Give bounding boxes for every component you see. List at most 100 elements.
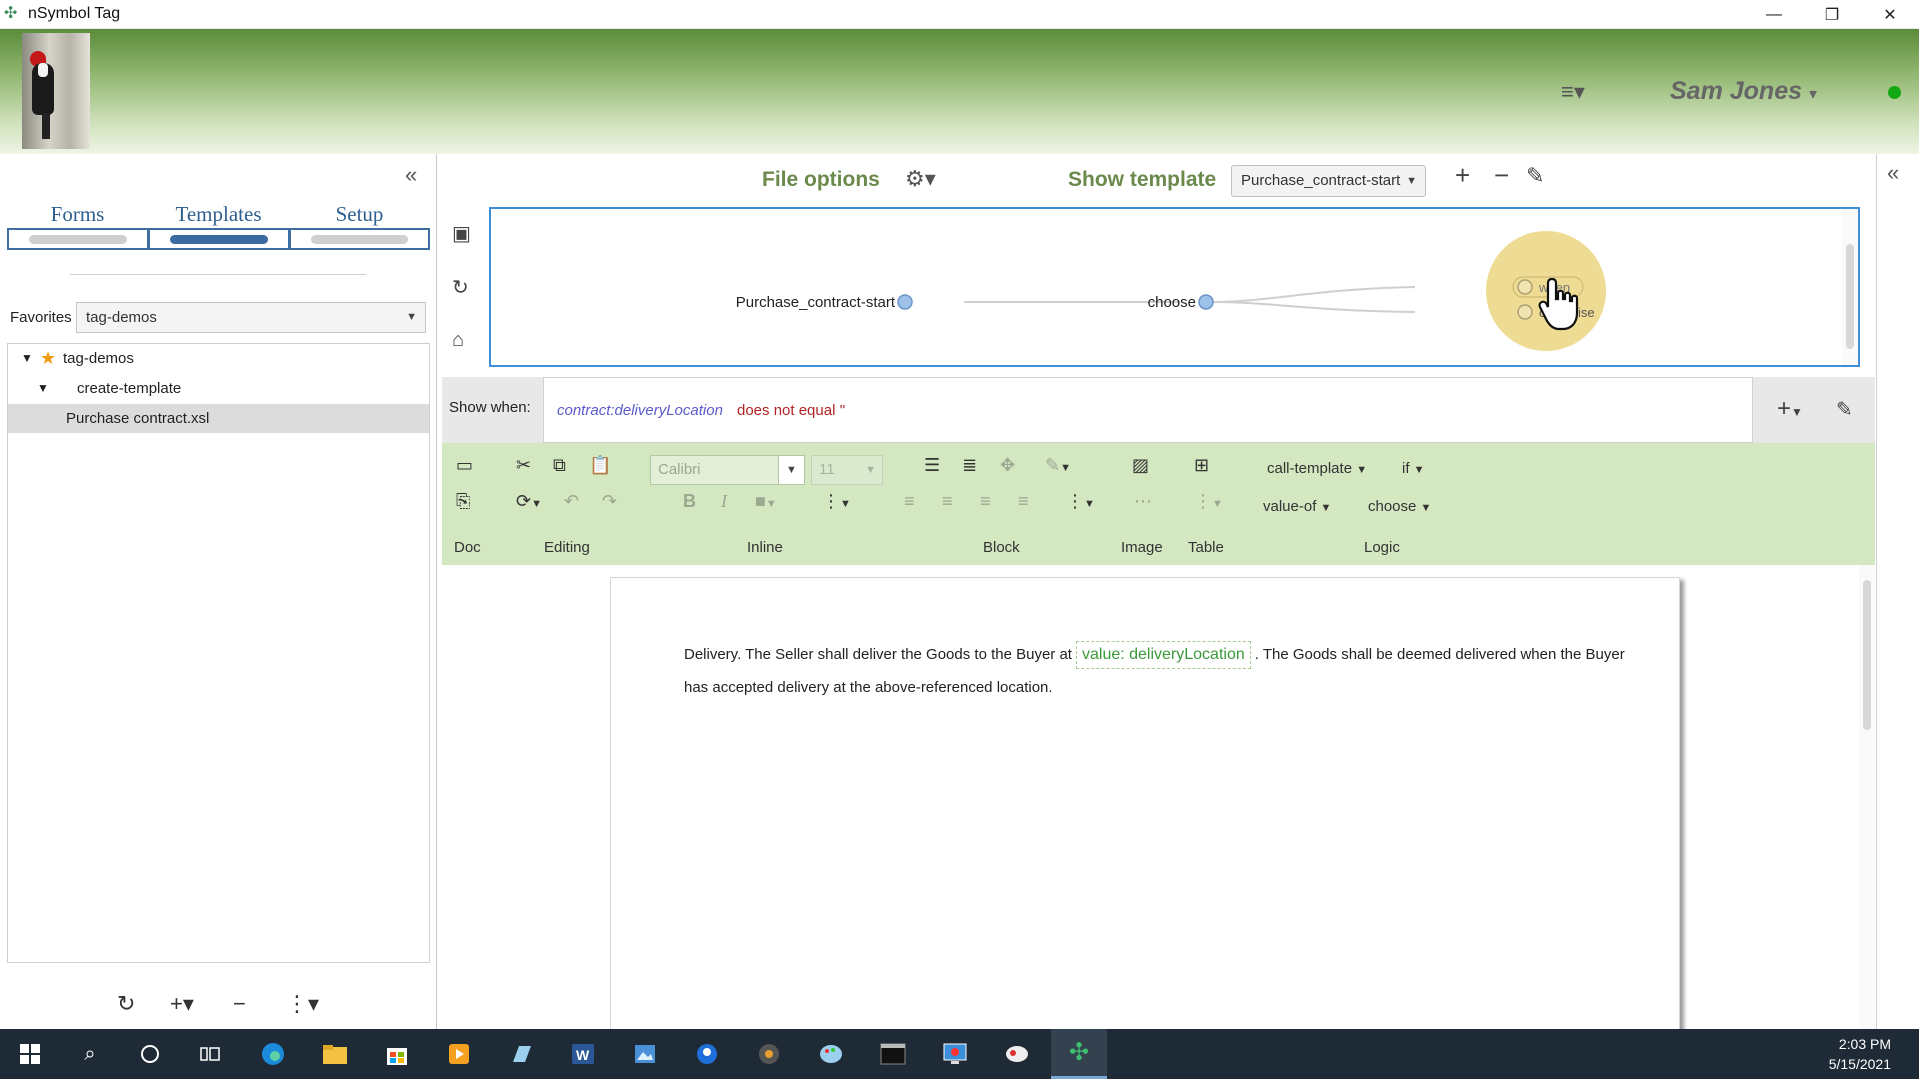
word-icon[interactable]: W: [555, 1029, 611, 1079]
copy-icon[interactable]: ⧉: [553, 455, 566, 476]
tree-item-tag-demos[interactable]: ▼ ★ tag-demos: [8, 344, 429, 373]
replace-icon[interactable]: ⟳▼: [516, 491, 542, 512]
graph-node-label: Purchase_contract-start: [736, 294, 896, 311]
tab-templates[interactable]: Templates: [148, 198, 289, 250]
tree-item-label: create-template: [77, 380, 182, 397]
media-player-icon[interactable]: [431, 1029, 487, 1079]
add-template-button[interactable]: +: [1455, 160, 1470, 191]
tree-item-create-template[interactable]: ▼ create-template: [8, 374, 429, 403]
bullet-list-icon[interactable]: ☰: [924, 455, 940, 476]
edit-pencil-icon[interactable]: ✎: [1836, 397, 1853, 422]
expand-arrow-icon[interactable]: ▼: [37, 374, 49, 403]
task-view-icon[interactable]: [182, 1029, 238, 1079]
graph-side-tools: ▣ ↻ ⌂: [442, 207, 487, 367]
start-button[interactable]: [2, 1029, 58, 1079]
value-of-chip[interactable]: value: deliveryLocation: [1075, 641, 1251, 669]
collapse-left-icon[interactable]: «: [405, 162, 417, 188]
add-condition-button[interactable]: +▼: [1777, 395, 1803, 423]
justify-icon[interactable]: ≡: [1018, 491, 1029, 512]
graph-scrollbar[interactable]: [1842, 209, 1858, 365]
highlight-icon[interactable]: ✎▼: [1045, 455, 1071, 476]
image-icon[interactable]: ▨: [1132, 455, 1149, 476]
add-menu-icon[interactable]: +▾: [170, 991, 194, 1017]
favorites-select[interactable]: tag-demos ▼: [76, 302, 426, 333]
snip-icon[interactable]: [989, 1029, 1045, 1079]
more-inline-icon[interactable]: ⋮▼: [822, 491, 851, 512]
align-right-icon[interactable]: ≡: [980, 491, 991, 512]
document-icon[interactable]: ▭: [456, 455, 473, 476]
tab-label: Templates: [175, 202, 262, 226]
cut-icon[interactable]: ✂: [516, 455, 531, 476]
if-button[interactable]: if ▼: [1402, 460, 1425, 477]
terminal-icon[interactable]: [865, 1029, 921, 1079]
undo-icon[interactable]: ↶: [564, 491, 579, 512]
remove-template-button[interactable]: −: [1494, 160, 1509, 191]
document-editor[interactable]: Delivery. The Seller shall deliver the G…: [442, 565, 1875, 1037]
more-block-icon[interactable]: ⋮▼: [1066, 491, 1095, 512]
tree-item-purchase-contract[interactable]: Purchase contract.xsl: [8, 404, 429, 433]
more-menu-icon[interactable]: ⋮▾: [286, 991, 319, 1017]
clock-time: 2:03 PM: [1838, 1036, 1891, 1052]
font-family-select[interactable]: Calibri ▼: [650, 455, 805, 485]
nsymbol-tag-taskbar-icon[interactable]: ✣: [1051, 1029, 1107, 1079]
show-when-condition[interactable]: contract:deliveryLocation does not equal…: [543, 377, 1753, 443]
bold-icon[interactable]: B: [683, 491, 696, 512]
call-template-button[interactable]: call-template ▼: [1267, 460, 1367, 477]
table-more-icon[interactable]: ⋮▼: [1194, 491, 1223, 512]
document-paragraph[interactable]: Delivery. The Seller shall deliver the G…: [684, 638, 1644, 704]
hamburger-menu-icon[interactable]: ≡▾: [1561, 79, 1585, 105]
document-page[interactable]: Delivery. The Seller shall deliver the G…: [610, 577, 1680, 1037]
remote-desktop-icon[interactable]: [927, 1029, 983, 1079]
tab-forms[interactable]: Forms: [7, 198, 148, 250]
maps-icon[interactable]: [679, 1029, 735, 1079]
image-more-icon[interactable]: ⋯: [1134, 491, 1152, 512]
edge-icon[interactable]: [245, 1029, 301, 1079]
gear-icon[interactable]: ⚙▾: [905, 166, 936, 192]
left-tabs: Forms Templates Setup: [7, 198, 430, 250]
system-clock[interactable]: 2:03 PM 5/15/2021: [1829, 1034, 1891, 1074]
tab-label: Forms: [50, 202, 105, 226]
photos-icon[interactable]: [617, 1029, 673, 1079]
tab-setup[interactable]: Setup: [289, 198, 430, 250]
numbered-list-icon[interactable]: ≣: [962, 455, 977, 476]
notes-app-icon[interactable]: [493, 1029, 549, 1079]
remove-icon[interactable]: −: [233, 991, 246, 1017]
graph-edge: [1211, 286, 1416, 303]
load-document-icon[interactable]: ⎘: [456, 491, 470, 512]
value-of-button[interactable]: value-of ▼: [1263, 498, 1331, 515]
italic-icon[interactable]: I: [721, 491, 727, 512]
restore-button[interactable]: ❐: [1803, 0, 1861, 29]
edit-pencil-icon[interactable]: ✎: [1526, 163, 1544, 189]
file-explorer-icon[interactable]: [307, 1029, 363, 1079]
store-icon[interactable]: [369, 1029, 425, 1079]
paint-icon[interactable]: [803, 1029, 859, 1079]
refresh-icon[interactable]: ↻: [117, 991, 135, 1017]
color-icon[interactable]: ■▼: [755, 491, 777, 512]
user-menu[interactable]: Sam Jones ▾: [1670, 77, 1817, 106]
home-icon[interactable]: ⌂: [452, 329, 464, 352]
template-graph[interactable]: Purchase_contract-start choose when othe…: [489, 207, 1860, 367]
expand-arrow-icon[interactable]: ▼: [21, 344, 33, 373]
align-left-icon[interactable]: ≡: [904, 491, 915, 512]
close-button[interactable]: ✕: [1861, 0, 1919, 29]
left-panel: « Forms Templates Setup Favorites tag-de…: [0, 154, 437, 1029]
search-icon[interactable]: ⌕: [62, 1029, 118, 1079]
font-size-select[interactable]: 11 ▼: [811, 455, 883, 485]
refresh-icon[interactable]: ↻: [452, 275, 469, 300]
settings-gear-icon[interactable]: [741, 1029, 797, 1079]
minimize-button[interactable]: —: [1745, 0, 1803, 29]
template-tree: ▼ ★ tag-demos ▼ create-template Purchase…: [7, 343, 430, 963]
cortana-icon[interactable]: [122, 1029, 178, 1079]
choose-button[interactable]: choose ▼: [1368, 498, 1431, 515]
save-icon[interactable]: ▣: [452, 221, 471, 246]
align-center-icon[interactable]: ≡: [942, 491, 953, 512]
move-icon[interactable]: ✥: [1000, 455, 1015, 476]
paragraph-text: Delivery. The Seller shall deliver the G…: [684, 646, 1072, 663]
table-icon[interactable]: ⊞: [1194, 455, 1209, 476]
redo-icon[interactable]: ↷: [602, 491, 617, 512]
collapse-right-icon[interactable]: «: [1887, 160, 1899, 186]
right-panel-strip: «: [1876, 154, 1919, 1029]
paste-icon[interactable]: 📋: [589, 455, 611, 476]
editor-scrollbar[interactable]: [1859, 565, 1875, 1029]
template-select[interactable]: Purchase_contract-start ▼: [1231, 165, 1426, 197]
